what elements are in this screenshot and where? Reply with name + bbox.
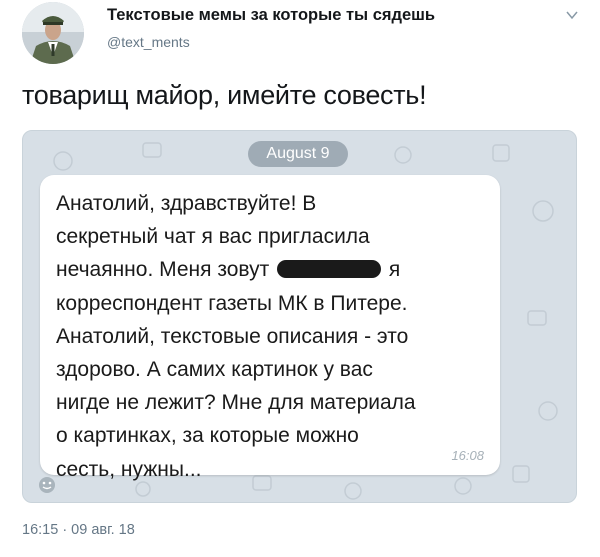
author-name[interactable]: Текстовые мемы за которые ты сядешь [107,6,435,25]
message-time: 16:08 [451,448,484,463]
tweet-text: товарищ майор, имейте совесть! [22,80,427,110]
chevron-down-icon[interactable] [566,10,578,20]
message-bubble: Анатолий, здравствуйте! В секретный чат … [40,175,500,481]
message-line: Анатолий, здравствуйте! В [56,192,317,215]
tweet-timestamp[interactable]: 16:15 · 09 авг. 18 [22,522,135,538]
message-line: нечаянно. Меня зовут я [56,253,416,286]
redaction-bar [277,260,382,279]
message-line-part: нечаянно. Меня зовут [56,258,270,282]
author-handle[interactable]: @text_ments [107,34,190,50]
message-text: Анатолий, здравствуйте! В секретный чат … [56,187,416,486]
message-line-part: я [388,258,401,282]
smiley-icon [39,477,55,493]
message-line: корреспондент газеты МК в Питере. [56,291,408,315]
avatar[interactable] [22,2,84,64]
message-line: Анатолий, текстовые описания - это [56,324,409,348]
tweet-media-screenshot[interactable]: August 9 Анатолий, здравствуйте! В секре… [22,130,577,503]
date-badge: August 9 [248,141,348,167]
message-line: нигде не лежит? Мне для материала [56,391,416,415]
avatar-photo [22,2,84,64]
message-line: о картинках, за которые можно [56,424,359,448]
message-line: сесть, нужны... [56,457,202,481]
message-line: секретный чат я вас пригласила [56,225,370,249]
message-line: здорово. А самих картинок у вас [56,357,373,381]
